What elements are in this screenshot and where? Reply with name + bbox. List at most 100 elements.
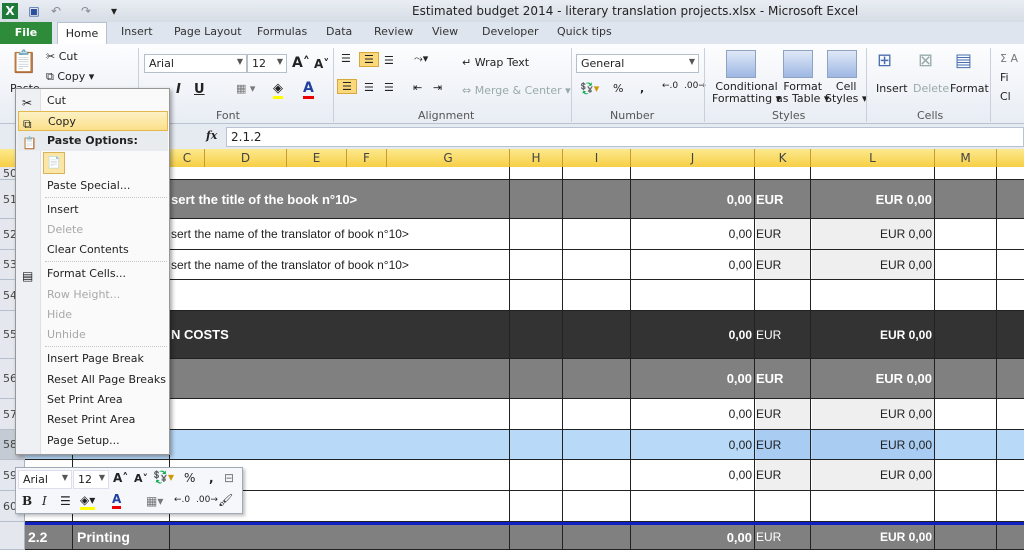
shrink-font-icon[interactable]: A˅ [314, 57, 329, 71]
font-size-combo[interactable]: 12 ▼ [247, 54, 287, 73]
cell[interactable] [755, 280, 811, 310]
format-cells-icon[interactable]: ▤ [955, 50, 972, 71]
menu-item-cut[interactable]: ✂ Cut [18, 91, 168, 111]
menu-item-clear-contents[interactable]: Clear Contents [18, 240, 168, 260]
shrink-font-icon[interactable]: A˅ [134, 472, 148, 485]
format-as-table-button[interactable]: Format as Table ▾ [776, 81, 829, 105]
cell-l[interactable]: EUR 0,00 [812, 399, 934, 429]
align-bottom-icon[interactable]: ☰ [384, 54, 394, 67]
tab-developer[interactable]: Developer [482, 25, 539, 38]
tab-quick-tips[interactable]: Quick tips [557, 25, 612, 38]
merge-center-button[interactable]: ⇔ Merge & Center ▾ [462, 84, 571, 97]
fill-color-icon[interactable]: ◈ [273, 81, 283, 99]
conditional-formatting-button[interactable]: Conditional Formatting ▾ [712, 81, 781, 105]
cell[interactable] [510, 311, 563, 358]
fill-button[interactable]: Fi [1000, 71, 1009, 84]
cell-j[interactable]: 0,00 [632, 525, 754, 549]
cell-text[interactable]: sert the name of the translator of book … [171, 219, 501, 249]
cell[interactable] [935, 359, 997, 398]
column-header-i[interactable]: I [563, 149, 631, 167]
cell[interactable] [563, 399, 631, 429]
cell-l[interactable]: EUR 0,00 [812, 180, 934, 218]
insert-cells-icon[interactable]: ⊞ [877, 50, 892, 71]
cell-l[interactable]: EUR 0,00 [812, 525, 934, 549]
font-color-icon[interactable]: A [112, 492, 122, 509]
fill-color-icon[interactable]: ◈▾ [80, 493, 96, 510]
cell[interactable] [935, 250, 997, 279]
table-row[interactable]: sert the name of the translator of book … [25, 250, 1024, 280]
cell[interactable] [935, 460, 997, 490]
tab-page-layout[interactable]: Page Layout [174, 25, 242, 38]
menu-item-insert-page-break[interactable]: Insert Page Break [18, 349, 168, 369]
increase-decimal-icon[interactable]: ←.0 [174, 495, 190, 505]
cell[interactable] [563, 280, 631, 310]
cell-k[interactable]: EUR [756, 359, 810, 398]
cell-j[interactable]: 0,00 [632, 180, 754, 218]
borders-icon[interactable]: ▦ ▾ [236, 82, 255, 95]
cell-k[interactable]: EUR [756, 180, 810, 218]
tab-data[interactable]: Data [326, 25, 352, 38]
delete-cells-icon[interactable]: ⊠ [918, 50, 933, 71]
cell-j[interactable]: 0,00 [632, 460, 754, 490]
cell[interactable] [811, 280, 935, 310]
column-header-k[interactable]: K [755, 149, 811, 167]
column-header-j[interactable]: J [631, 149, 755, 167]
table-row[interactable]: 0,00 EUR EUR 0,00 [25, 359, 1024, 399]
tab-file[interactable]: File [0, 22, 52, 44]
format-cells-button[interactable]: Format [950, 82, 989, 95]
table-row[interactable]: 0,00 EUR EUR 0,00 [25, 399, 1024, 430]
cell[interactable] [563, 525, 631, 549]
cell[interactable] [935, 167, 997, 179]
align-top-icon[interactable]: ☰ [341, 52, 351, 65]
table-row[interactable]: N COSTS 0,00 EUR EUR 0,00 [25, 311, 1024, 359]
column-header-l[interactable]: L [811, 149, 935, 167]
column-header-d[interactable]: D [205, 149, 287, 167]
column-header-h[interactable]: H [510, 149, 563, 167]
increase-indent-icon[interactable]: ⇥ [433, 81, 442, 94]
mini-size-combo[interactable]: 12 ▼ [73, 470, 109, 489]
grow-font-icon[interactable]: A˄ [292, 55, 310, 71]
redo-icon[interactable]: ↷ [78, 3, 94, 19]
cell[interactable] [935, 311, 997, 358]
cell[interactable] [631, 167, 755, 179]
cell-k[interactable]: EUR [756, 460, 810, 490]
menu-item-unhide[interactable]: Unhide [18, 325, 168, 345]
table-row[interactable]: sert the name of the translator of book … [25, 219, 1024, 250]
table-row[interactable]: sert the title of the book n°10> 0,00 EUR E… [25, 180, 1024, 219]
cell[interactable] [510, 219, 563, 249]
cell[interactable] [170, 167, 510, 179]
table-row[interactable]: 2.2 Printing 0,00 EUR EUR 0,00 [25, 522, 1024, 550]
tab-formulas[interactable]: Formulas [257, 25, 307, 38]
cell-j[interactable]: 0,00 [632, 311, 754, 358]
center-icon[interactable]: ☰ [60, 494, 71, 508]
bold-button[interactable]: B [22, 494, 32, 508]
format-as-table-icon[interactable] [783, 50, 813, 78]
menu-item-insert[interactable]: Insert [18, 200, 168, 220]
cell[interactable] [510, 525, 563, 549]
underline-button[interactable]: U [194, 82, 205, 97]
cell[interactable] [631, 491, 755, 521]
align-middle-icon[interactable]: ☰ [359, 52, 379, 67]
cell[interactable] [510, 359, 563, 398]
align-center-icon[interactable]: ☰ [364, 81, 374, 94]
italic-button[interactable]: I [176, 82, 181, 97]
cell[interactable] [563, 250, 631, 279]
align-right-icon[interactable]: ☰ [384, 81, 394, 94]
cell[interactable] [510, 399, 563, 429]
cell-k[interactable]: EUR [756, 525, 810, 549]
cell[interactable] [563, 460, 631, 490]
cell[interactable] [563, 491, 631, 521]
cell-l[interactable]: EUR 0,00 [812, 430, 934, 459]
menu-item-set-print-area[interactable]: Set Print Area [18, 390, 168, 410]
menu-item-copy[interactable]: ⧉ Copy [18, 111, 168, 131]
customize-qat-icon[interactable]: ▾ [106, 3, 122, 19]
cell-j[interactable]: 0,00 [632, 250, 754, 279]
cell-j[interactable]: 0,00 [632, 359, 754, 398]
font-color-icon[interactable]: A [303, 80, 314, 99]
currency-icon[interactable]: 💱▾ [153, 470, 174, 484]
borders-icon[interactable]: ▦▾ [146, 494, 163, 508]
cell[interactable] [170, 280, 510, 310]
menu-item-reset-page-breaks[interactable]: Reset All Page Breaks [18, 370, 168, 390]
cell-styles-icon[interactable] [827, 50, 857, 78]
cell[interactable] [170, 359, 510, 398]
